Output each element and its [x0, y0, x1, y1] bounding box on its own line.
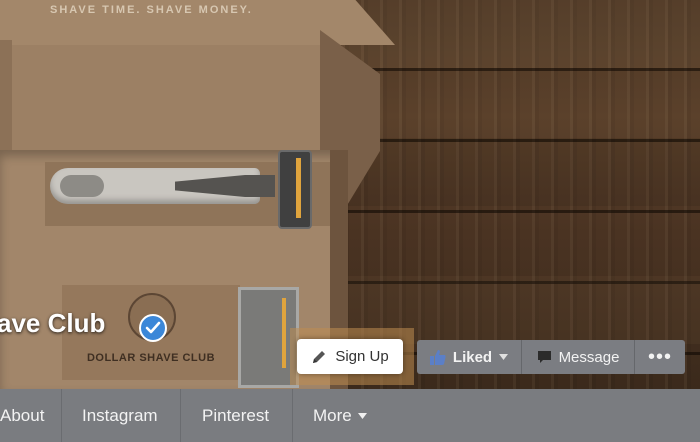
cartridge-refill-strip [282, 298, 286, 368]
more-options-button[interactable]: ••• [635, 340, 685, 374]
razor-head [278, 150, 312, 229]
speech-bubble-icon [537, 351, 551, 363]
wood-plank [330, 0, 700, 68]
page-action-bar: Liked Message ••• [417, 340, 685, 374]
nav-tab-label: Instagram [82, 405, 158, 425]
wood-plank [330, 138, 700, 206]
chevron-down-icon [357, 412, 367, 419]
pencil-icon [313, 350, 326, 363]
nav-tab-label: About [0, 405, 45, 425]
more-options-icon: ••• [647, 345, 672, 368]
cartridge-brand-text: DOLLAR SHAVE CLUB [86, 352, 216, 364]
liked-button[interactable]: Liked [417, 340, 522, 374]
verified-badge-icon [139, 314, 167, 342]
message-label: Message [558, 348, 620, 366]
check-icon [145, 321, 161, 334]
liked-label: Liked [452, 348, 493, 366]
sign-up-label: Sign Up [335, 348, 389, 365]
cover-photo: SHAVE TIME. SHAVE MONEY. DOLLAR SHAVE CL… [0, 0, 700, 389]
page-name[interactable]: ave Club [0, 308, 105, 339]
chevron-down-icon [499, 354, 509, 360]
box-flap-left [0, 40, 12, 160]
message-button[interactable]: Message [522, 340, 635, 374]
page-nav-bar: About Instagram Pinterest More [0, 389, 700, 442]
nav-tab-instagram[interactable]: Instagram [62, 389, 181, 442]
box-lid-slogan: SHAVE TIME. SHAVE MONEY. [50, 4, 253, 16]
nav-tab-label: More [313, 405, 352, 425]
nav-tab-more[interactable]: More [293, 389, 393, 442]
nav-tab-label: Pinterest [202, 405, 270, 425]
sign-up-button[interactable]: Sign Up [297, 339, 403, 374]
nav-tab-about[interactable]: About [0, 389, 62, 442]
nav-tab-pinterest[interactable]: Pinterest [181, 389, 293, 442]
thumbs-up-icon [429, 349, 446, 365]
razor-blade-strip [296, 158, 301, 218]
razor-grip [60, 175, 104, 197]
